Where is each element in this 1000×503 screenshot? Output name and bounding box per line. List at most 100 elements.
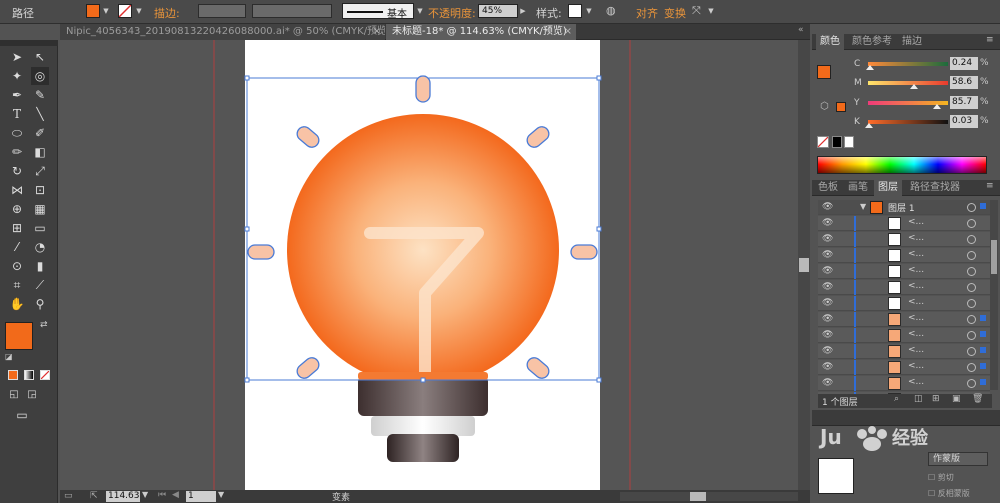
default-colors-icon[interactable]: ◪ [5, 352, 13, 361]
target-circle-icon[interactable] [967, 251, 976, 260]
cyan-value-input[interactable]: 0.24 [950, 57, 978, 70]
layer-row[interactable]: 👁 <... [818, 296, 990, 311]
pencil-tool-icon[interactable]: ✏ [8, 143, 26, 161]
zoom-field[interactable]: 114.63 [106, 491, 140, 502]
perspective-grid-tool-icon[interactable]: ▦ [31, 200, 49, 218]
draw-behind-icon[interactable]: ◲ [23, 386, 41, 404]
layers-scrollbar[interactable] [990, 200, 998, 390]
recolor-icon[interactable]: ◍ [606, 4, 616, 17]
screen-mode-icon[interactable]: ▭ [13, 406, 31, 424]
new-layer-icon[interactable]: ▣ [952, 394, 961, 404]
layer-row[interactable]: 👁 <... [818, 264, 990, 279]
tab-stroke[interactable]: 描边 [898, 34, 926, 50]
fill-dropdown-arrow-icon[interactable]: ▼ [101, 3, 111, 19]
selection-square-icon[interactable] [980, 315, 986, 321]
target-circle-icon[interactable] [967, 235, 976, 244]
selection-square-icon[interactable] [980, 347, 986, 353]
magenta-value-input[interactable]: 58.6 [950, 76, 978, 89]
magic-wand-tool-icon[interactable]: ✦ [8, 67, 26, 85]
selection-tool-icon[interactable]: ➤ [8, 48, 26, 66]
tab-swatches[interactable]: 色板 [814, 180, 842, 196]
layer-name[interactable]: 图层 1 [888, 201, 915, 214]
brush-style-field[interactable]: 基本 [342, 3, 414, 20]
tab-color-guide[interactable]: 颜色参考 [848, 34, 896, 50]
fill-color-box[interactable] [5, 322, 33, 350]
panel-menu-icon[interactable]: ≡ [986, 181, 994, 191]
cyan-slider[interactable] [865, 62, 948, 70]
visibility-eye-icon[interactable]: 👁 [822, 218, 833, 228]
layer-row[interactable]: 👁 <... [818, 280, 990, 295]
make-mask-button[interactable]: 作蒙版 [928, 452, 988, 466]
gradient-tool-icon[interactable]: ▭ [31, 219, 49, 237]
slider-knob-icon[interactable] [932, 104, 941, 109]
pen-tool-icon[interactable]: ✒ [8, 86, 26, 104]
ellipse-tool-icon[interactable]: ⬭ [8, 124, 26, 142]
expand-arrow-icon[interactable]: ▼ [860, 202, 866, 211]
transparency-thumbnail[interactable] [818, 458, 854, 494]
zoom-tool-icon[interactable]: ⚲ [31, 295, 49, 313]
transform-link[interactable]: 变换 [664, 5, 686, 21]
layer-row[interactable]: 👁 <... [818, 248, 990, 263]
slider-knob-icon[interactable] [864, 123, 873, 128]
visibility-eye-icon[interactable]: 👁 [822, 362, 833, 372]
sublayer-name[interactable]: <... [908, 217, 924, 227]
new-sublayer-icon[interactable]: ⊞ [932, 394, 940, 404]
collapse-panel-icon[interactable]: « [798, 25, 804, 35]
lasso-tool-icon[interactable]: ◎ [31, 67, 49, 85]
slider-knob-icon[interactable] [865, 65, 874, 70]
target-circle-icon[interactable] [967, 203, 976, 212]
style-dropdown-arrow-icon[interactable]: ▼ [584, 3, 594, 19]
artboard-number-field[interactable]: 1 [186, 491, 216, 502]
stroke-dropdown-arrow-icon[interactable]: ▼ [134, 3, 144, 19]
vertical-scrollbar[interactable] [798, 40, 810, 490]
page-dropdown-arrow-icon[interactable]: ▼ [218, 490, 224, 499]
white-color-swatch[interactable] [844, 136, 854, 148]
target-circle-icon[interactable] [967, 363, 976, 372]
gradient-mode-icon[interactable] [24, 370, 34, 380]
clip-checkbox[interactable]: ☐ 剪切 [928, 472, 954, 483]
slider-knob-icon[interactable] [910, 84, 919, 89]
layer-row[interactable]: 👁 <... [818, 344, 990, 359]
isolate-icon[interactable]: ⤧ [692, 4, 701, 18]
selection-square-icon[interactable] [980, 203, 986, 209]
sublayer-name[interactable]: <... [908, 361, 924, 371]
sublayer-name[interactable]: <... [908, 265, 924, 275]
rotate-tool-icon[interactable]: ↻ [8, 162, 26, 180]
zoom-dropdown-arrow-icon[interactable]: ▼ [142, 490, 148, 499]
locate-object-icon[interactable]: ⌕ [894, 394, 899, 404]
mesh-tool-icon[interactable]: ⊞ [8, 219, 26, 237]
tab-brushes[interactable]: 画笔 [844, 180, 872, 196]
sublayer-name[interactable]: <... [908, 249, 924, 259]
invert-mask-checkbox[interactable]: ☐ 反相蒙版 [928, 488, 970, 499]
swap-colors-icon[interactable]: ⇄ [40, 320, 48, 330]
black-value-input[interactable]: 0.03 [950, 115, 978, 128]
target-circle-icon[interactable] [967, 267, 976, 276]
selection-square-icon[interactable] [980, 379, 986, 385]
layer-row[interactable]: 👁 <... [818, 216, 990, 231]
sublayer-name[interactable]: <... [908, 345, 924, 355]
sublayer-name[interactable]: <... [908, 313, 924, 323]
sublayer-name[interactable]: <... [908, 297, 924, 307]
hand-tool-icon[interactable]: ✋ [8, 295, 26, 313]
direct-selection-tool-icon[interactable]: ↖ [31, 48, 49, 66]
curvature-tool-icon[interactable]: ✎ [31, 86, 49, 104]
vertical-scrollbar-thumb[interactable] [799, 258, 809, 272]
export-icon[interactable]: ⇱ [90, 491, 98, 501]
visibility-eye-icon[interactable]: 👁 [822, 330, 833, 340]
sublayer-name[interactable]: <... [908, 377, 924, 387]
draw-mode-icon[interactable]: ◱ [5, 386, 23, 404]
stroke-swatch[interactable] [118, 4, 132, 18]
free-transform-tool-icon[interactable]: ⊡ [31, 181, 49, 199]
opacity-arrow-icon[interactable]: ▶ [518, 3, 528, 19]
visibility-eye-icon[interactable]: 👁 [822, 378, 833, 388]
line-tool-icon[interactable]: ╲ [31, 105, 49, 123]
visibility-eye-icon[interactable]: 👁 [822, 266, 833, 276]
type-tool-icon[interactable]: T [8, 105, 26, 123]
eyedropper-tool-icon[interactable]: ⁄ [8, 238, 26, 256]
artboard-tool-icon[interactable]: ⌗ [8, 276, 26, 294]
opacity-label[interactable]: 不透明度: [428, 5, 476, 21]
color-spectrum-bar[interactable] [817, 156, 987, 174]
target-circle-icon[interactable] [967, 283, 976, 292]
horizontal-scrollbar[interactable] [620, 492, 798, 501]
stroke-weight-field[interactable] [198, 4, 246, 18]
